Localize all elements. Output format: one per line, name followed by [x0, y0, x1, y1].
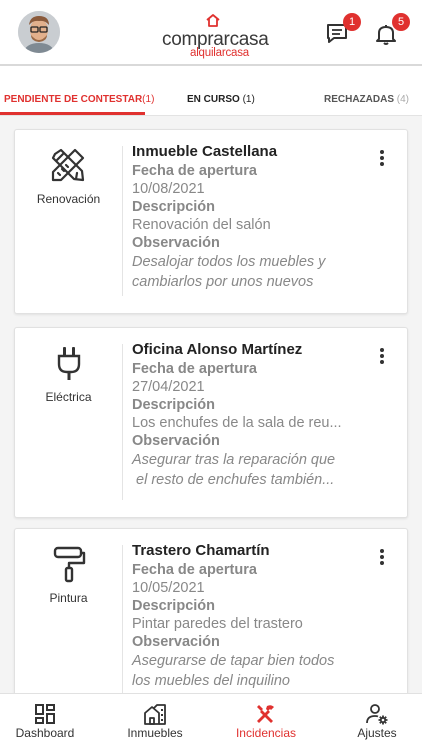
- nav-label: Ajustes: [357, 726, 397, 740]
- house-logo-icon: [206, 14, 220, 27]
- notifications-button[interactable]: 5: [374, 13, 410, 46]
- category-label: Pintura: [49, 591, 88, 605]
- nav-incidencias[interactable]: Incidencias: [220, 694, 312, 750]
- avatar[interactable]: [18, 11, 60, 53]
- tab-label: EN CURSO: [187, 94, 240, 105]
- more-options-icon[interactable]: [379, 348, 385, 366]
- tab-count: (4): [396, 94, 410, 105]
- nav-inmuebles[interactable]: Inmuebles: [110, 694, 200, 750]
- observacion-value-line: los muebles del inquilino: [132, 673, 290, 689]
- tab-en-curso[interactable]: EN CURSO (1): [187, 66, 255, 116]
- descripcion-label: Descripción: [132, 199, 215, 215]
- tab-label: PENDIENTE DE CONTESTAR: [4, 94, 143, 105]
- observacion-value-line: Desalojar todos los muebles y: [132, 254, 326, 270]
- observacion-label: Observación: [132, 433, 220, 449]
- observacion-label: Observación: [132, 634, 220, 650]
- observacion-value-line: Asegurar tras la reparación que: [132, 452, 336, 468]
- fecha-label: Fecha de apertura: [132, 361, 257, 377]
- active-tab-indicator: [0, 112, 145, 115]
- nav-dashboard[interactable]: Dashboard: [0, 694, 90, 750]
- incident-card[interactable]: Renovación Inmueble Castellana Fecha de …: [14, 129, 408, 314]
- descripcion-label: Descripción: [132, 397, 215, 413]
- nav-ajustes[interactable]: Ajustes: [332, 694, 422, 750]
- card-body: Trastero Chamartín Fecha de apertura 10/…: [132, 541, 372, 691]
- observacion-label: Observación: [132, 235, 220, 251]
- more-options-icon[interactable]: [379, 150, 385, 168]
- incident-card[interactable]: Pintura Trastero Chamartín Fecha de aper…: [14, 528, 408, 718]
- buildings-icon: [144, 704, 166, 725]
- card-body: Inmueble Castellana Fecha de apertura 10…: [132, 142, 372, 292]
- nav-label: Dashboard: [15, 726, 75, 740]
- fecha-value: 27/04/2021: [132, 379, 205, 395]
- descripcion-value: Pintar paredes del trastero: [132, 616, 303, 632]
- messages-badge: 1: [343, 13, 361, 31]
- status-tabs: PENDIENTE DE CONTESTAR(1) EN CURSO (1) R…: [0, 66, 422, 116]
- tab-pendiente[interactable]: PENDIENTE DE CONTESTAR(1): [4, 66, 154, 116]
- fecha-value: 10/05/2021: [132, 580, 205, 596]
- descripcion-value: Renovación del salón: [132, 217, 271, 233]
- paint-roller-icon: [47, 545, 91, 585]
- messages-button[interactable]: 1: [325, 13, 361, 46]
- tab-count: (1): [142, 94, 155, 105]
- observacion-value-line: Asegurarse de tapar bien todos: [132, 653, 335, 669]
- card-divider: [122, 344, 123, 500]
- plug-icon: [47, 344, 91, 384]
- dashboard-icon: [35, 704, 55, 724]
- user-settings-icon: [366, 704, 388, 725]
- tab-rechazadas[interactable]: RECHAZADAS (4): [324, 66, 409, 116]
- tab-label: RECHAZADAS: [324, 94, 394, 105]
- observacion-value-line: el resto de enchufes también...: [132, 472, 335, 488]
- card-title: Inmueble Castellana: [132, 143, 278, 160]
- card-title: Trastero Chamartín: [132, 542, 270, 559]
- category-label: Renovación: [36, 192, 101, 206]
- renovation-icon: [47, 146, 91, 186]
- bottom-navigation: Dashboard Inmuebles Incidencias Ajustes: [0, 693, 422, 750]
- fecha-label: Fecha de apertura: [132, 562, 257, 578]
- more-options-icon[interactable]: [379, 549, 385, 567]
- descripcion-value: Los enchufes de la sala de reu...: [132, 415, 342, 431]
- fecha-label: Fecha de apertura: [132, 163, 257, 179]
- tools-icon: [257, 705, 274, 723]
- nav-label: Incidencias: [235, 726, 297, 740]
- incident-card[interactable]: Eléctrica Oficina Alonso Martínez Fecha …: [14, 327, 408, 518]
- logo-sub-text: alquilarcasa: [190, 47, 249, 59]
- brand-logo[interactable]: comprarcasa alquilarcasa: [150, 14, 286, 59]
- descripcion-label: Descripción: [132, 598, 215, 614]
- observacion-value-line: cambiarlos por unos nuevos: [132, 274, 314, 290]
- category-label: Eléctrica: [45, 390, 92, 404]
- card-divider: [122, 545, 123, 701]
- notifications-badge: 5: [392, 13, 410, 31]
- fecha-value: 10/08/2021: [132, 181, 205, 197]
- card-body: Oficina Alonso Martínez Fecha de apertur…: [132, 340, 372, 490]
- card-title: Oficina Alonso Martínez: [132, 341, 303, 358]
- tab-count: (1): [242, 94, 255, 105]
- card-divider: [122, 146, 123, 296]
- nav-label: Inmuebles: [127, 726, 183, 740]
- app-header: comprarcasa alquilarcasa 1 5: [0, 0, 422, 66]
